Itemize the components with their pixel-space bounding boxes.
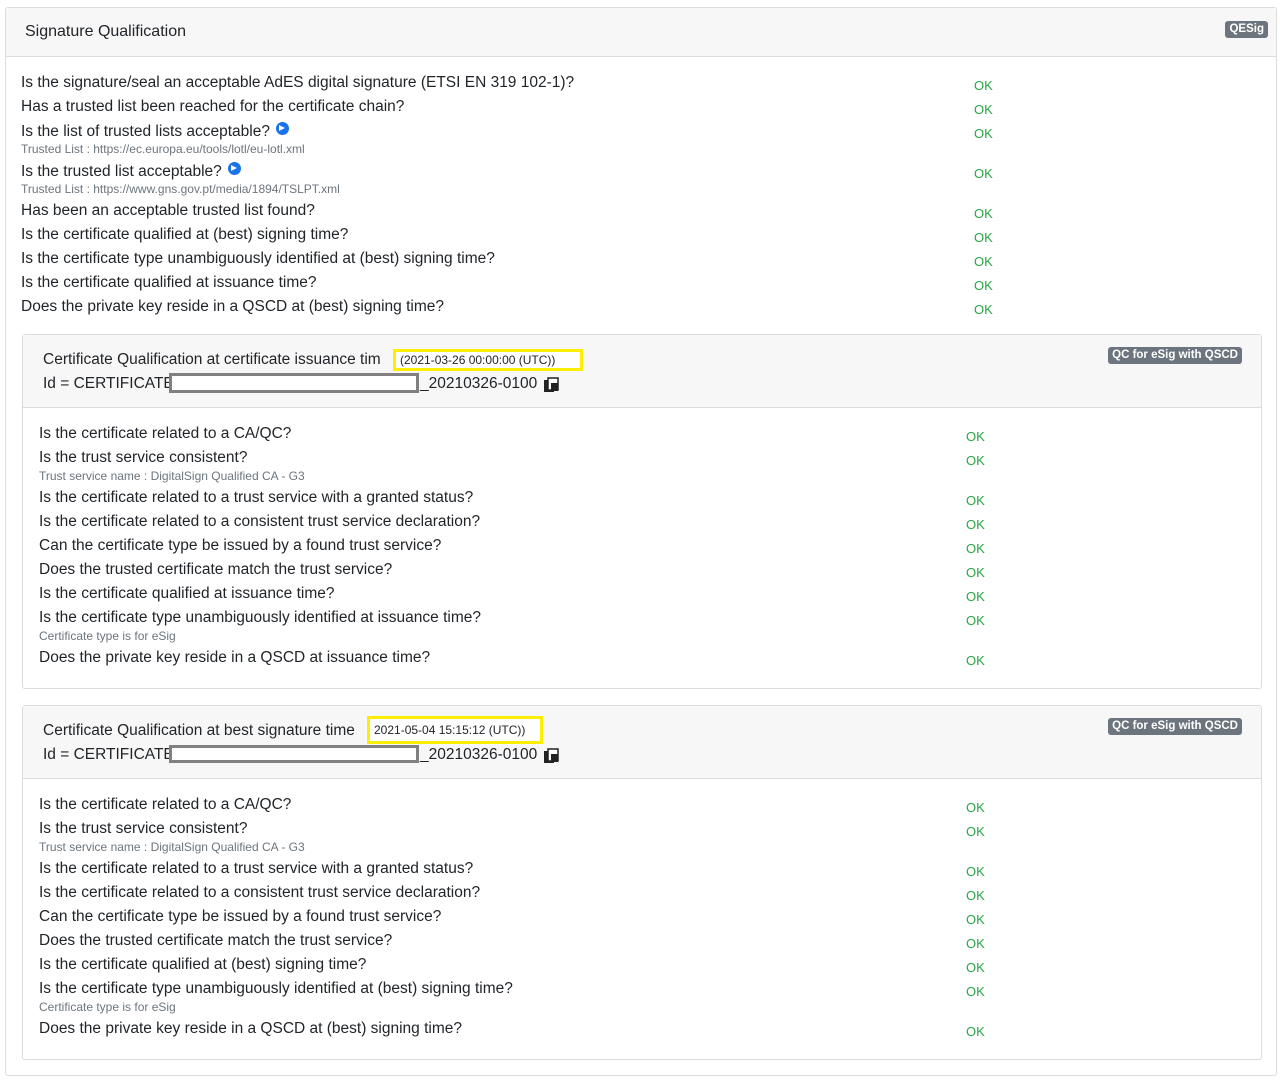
check-question: Does the private key reside in a QSCD at… <box>39 649 431 666</box>
check-question: Is the certificate related to a trust se… <box>39 489 474 506</box>
check-result: OK <box>966 613 985 628</box>
check-question: Is the certificate type unambiguously id… <box>21 250 495 267</box>
issuance-qualification-card: Certificate Qualification at certificate… <box>22 334 1262 689</box>
arrow-right-circle-icon[interactable] <box>275 122 289 135</box>
best-signature-time-highlight: 2021-05-04 15:15:12 (UTC)) <box>367 716 543 744</box>
check-question: Is the trust service consistent? <box>39 449 248 466</box>
redacted-id <box>169 373 419 393</box>
certificate-type-note: Certificate type is for eSig <box>39 629 176 643</box>
check-result: OK <box>974 278 993 293</box>
check-result: OK <box>974 126 993 141</box>
card-header: Signature Qualification QESig <box>6 8 1276 57</box>
check-question: Does the trusted certificate match the t… <box>39 932 393 949</box>
check-question: Is the certificate related to a CA/QC? <box>39 796 292 813</box>
trusted-list-url: Trusted List : https://ec.europa.eu/tool… <box>21 142 305 156</box>
check-result: OK <box>966 453 985 468</box>
certificate-id-suffix: _20210326-0100 <box>420 375 538 392</box>
check-question: Does the private key reside in a QSCD at… <box>21 298 444 315</box>
check-question-text: Is the list of trusted lists acceptable? <box>21 123 270 140</box>
check-result: OK <box>966 936 985 951</box>
check-question: Is the certificate type unambiguously id… <box>39 980 513 997</box>
check-result: OK <box>966 984 985 999</box>
check-question: Is the certificate related to a CA/QC? <box>39 425 292 442</box>
redacted-id <box>169 745 419 763</box>
check-question: Is the trust service consistent? <box>39 820 248 837</box>
certificate-id: Id = CERTIFICATE_ <box>43 375 182 393</box>
qesig-badge: QESig <box>1225 21 1268 38</box>
certificate-id-suffix: _20210326-0100 <box>420 746 538 763</box>
check-result: OK <box>974 254 993 269</box>
check-result: OK <box>974 302 993 317</box>
check-question: Is the certificate related to a consiste… <box>39 884 481 901</box>
qc-esig-qscd-badge: QC for eSig with QSCD <box>1108 718 1242 735</box>
check-result: OK <box>966 888 985 903</box>
check-question: Is the certificate qualified at (best) s… <box>21 226 349 243</box>
check-result: OK <box>966 1024 985 1039</box>
check-question: Is the certificate qualified at issuance… <box>21 274 317 291</box>
signature-qualification-card: Signature Qualification QESig Is the sig… <box>5 7 1277 1076</box>
check-question: Has a trusted list been reached for the … <box>21 98 405 115</box>
best-signature-title: Certificate Qualification at best signat… <box>43 722 355 739</box>
arrow-right-circle-icon[interactable] <box>227 162 241 175</box>
check-result: OK <box>966 429 985 444</box>
best-signature-qualification-card: Certificate Qualification at best signat… <box>22 705 1262 1060</box>
certificate-id-prefix: Id = CERTIFICATE_ <box>43 375 183 392</box>
check-result: OK <box>966 864 985 879</box>
check-question: Does the private key reside in a QSCD at… <box>39 1020 462 1037</box>
check-result: OK <box>966 565 985 580</box>
check-question: Is the signature/seal an acceptable AdES… <box>21 74 575 91</box>
check-question: Can the certificate type be issued by a … <box>39 908 442 925</box>
check-result: OK <box>974 206 993 221</box>
check-question: Is the trusted list acceptable? <box>21 162 241 181</box>
check-result: OK <box>966 824 985 839</box>
trust-service-name: Trust service name : DigitalSign Qualifi… <box>39 840 305 854</box>
trusted-list-url: Trusted List : https://www.gns.gov.pt/me… <box>21 182 340 196</box>
copy-icon[interactable] <box>543 748 559 764</box>
check-result: OK <box>966 960 985 975</box>
check-result: OK <box>974 78 993 93</box>
check-question: Is the certificate qualified at (best) s… <box>39 956 367 973</box>
certificate-type-note: Certificate type is for eSig <box>39 1000 176 1014</box>
check-question: Can the certificate type be issued by a … <box>39 537 442 554</box>
check-result: OK <box>974 230 993 245</box>
check-question: Is the certificate qualified at issuance… <box>39 585 335 602</box>
certificate-id-prefix: Id = CERTIFICATE_ <box>43 746 183 763</box>
check-result: OK <box>966 517 985 532</box>
issuance-title: Certificate Qualification at certificate… <box>43 351 381 368</box>
card-title: Signature Qualification <box>25 23 186 40</box>
check-question: Is the list of trusted lists acceptable? <box>21 122 289 141</box>
certificate-id: Id = CERTIFICATE_ <box>43 746 182 764</box>
issuance-header: Certificate Qualification at certificate… <box>23 335 1261 408</box>
check-result: OK <box>966 653 985 668</box>
check-result: OK <box>966 493 985 508</box>
check-result: OK <box>974 166 993 181</box>
check-question-text: Is the trusted list acceptable? <box>21 163 222 180</box>
check-result: OK <box>966 912 985 927</box>
best-signature-header: Certificate Qualification at best signat… <box>23 706 1261 779</box>
check-question: Does the trusted certificate match the t… <box>39 561 393 578</box>
check-question: Is the certificate related to a trust se… <box>39 860 474 877</box>
trust-service-name: Trust service name : DigitalSign Qualifi… <box>39 469 305 483</box>
copy-icon[interactable] <box>543 377 559 393</box>
check-result: OK <box>966 589 985 604</box>
check-result: OK <box>974 102 993 117</box>
qc-esig-qscd-badge: QC for eSig with QSCD <box>1108 347 1242 364</box>
issuance-time-highlight: (2021-03-26 00:00:00 (UTC)) <box>393 349 583 371</box>
check-question: Has been an acceptable trusted list foun… <box>21 202 315 219</box>
check-result: OK <box>966 541 985 556</box>
check-result: OK <box>966 800 985 815</box>
check-question: Is the certificate related to a consiste… <box>39 513 481 530</box>
check-question: Is the certificate type unambiguously id… <box>39 609 481 626</box>
